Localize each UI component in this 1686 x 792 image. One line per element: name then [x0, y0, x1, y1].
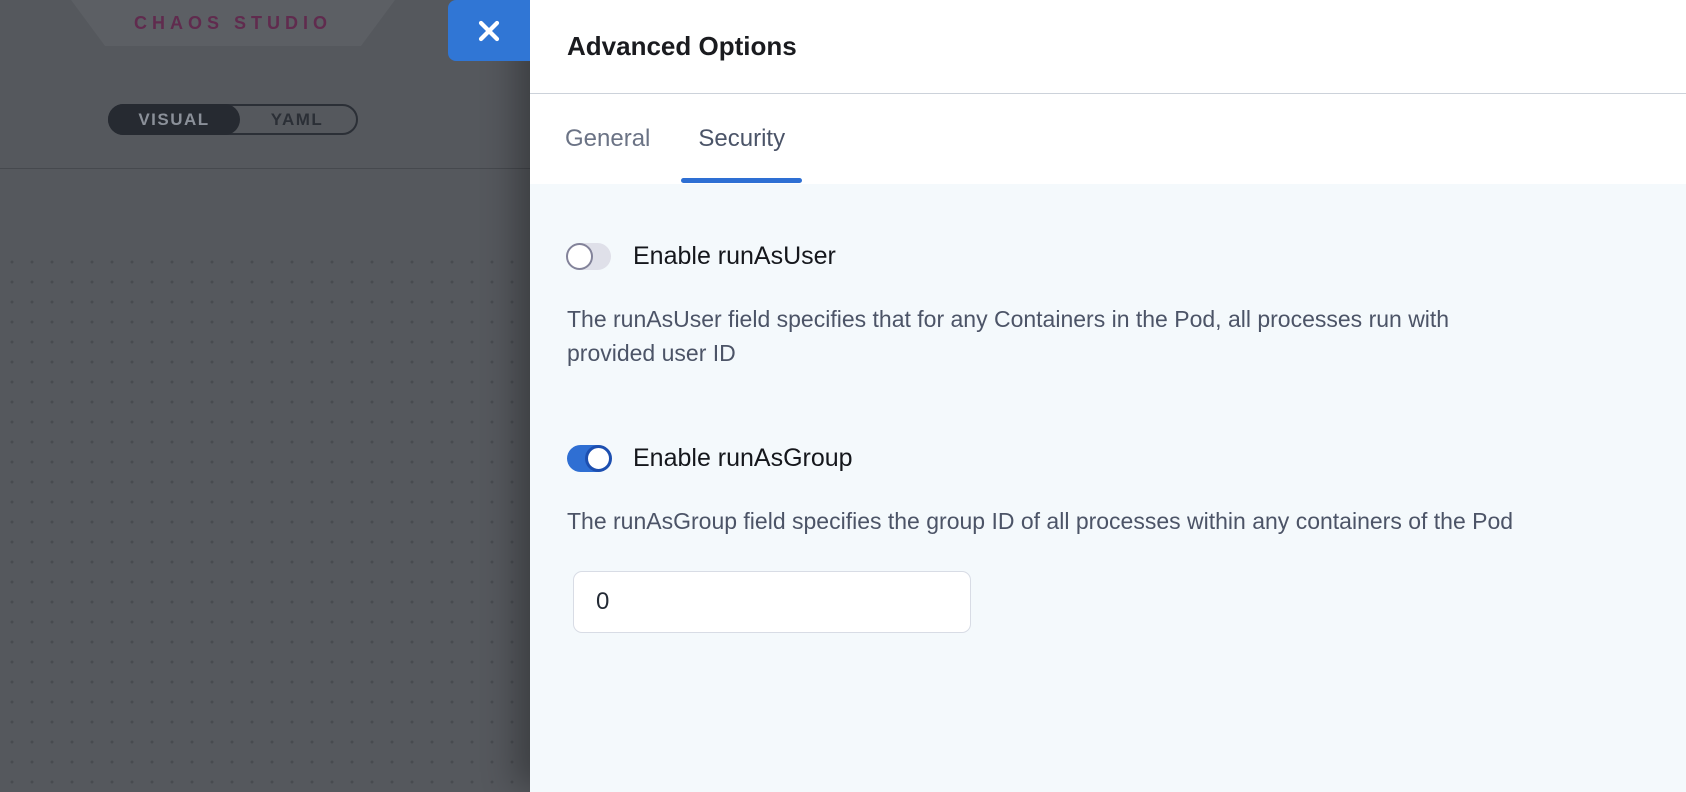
run-as-group-label: Enable runAsGroup — [633, 444, 853, 473]
run-as-user-toggle[interactable] — [567, 243, 611, 270]
tab-general[interactable]: General — [565, 94, 650, 183]
close-drawer-button[interactable] — [448, 0, 530, 61]
run-as-user-label: Enable runAsUser — [633, 242, 836, 271]
brand-title: CHAOS STUDIO — [134, 13, 332, 34]
canvas-divider — [0, 168, 530, 169]
visual-yaml-toggle[interactable]: VISUAL YAML — [108, 104, 358, 135]
run-as-user-description: The runAsUser field specifies that for a… — [567, 302, 1517, 370]
yaml-tab[interactable]: YAML — [238, 106, 356, 133]
tab-security[interactable]: Security — [698, 94, 785, 183]
run-as-group-toggle[interactable] — [567, 445, 611, 472]
chaos-studio-canvas: CHAOS STUDIO VISUAL YAML — [0, 0, 530, 792]
run-as-group-row: Enable runAsGroup — [567, 444, 1686, 473]
run-as-group-id-input[interactable] — [573, 571, 971, 633]
drawer-title: Advanced Options — [567, 31, 797, 62]
advanced-options-drawer: Advanced Options General Security Enable… — [530, 0, 1686, 792]
run-as-group-description: The runAsGroup field specifies the group… — [567, 504, 1517, 538]
brand-banner: CHAOS STUDIO — [71, 0, 395, 46]
drawer-header: Advanced Options — [530, 0, 1686, 94]
toggle-knob — [566, 243, 593, 270]
drawer-tabs: General Security — [530, 94, 1686, 183]
dotted-workflow-canvas — [0, 250, 530, 792]
run-as-user-row: Enable runAsUser — [567, 242, 1686, 271]
close-icon — [477, 19, 501, 43]
toggle-knob — [585, 445, 612, 472]
security-tab-panel: Enable runAsUser The runAsUser field spe… — [530, 184, 1686, 792]
visual-tab[interactable]: VISUAL — [108, 104, 240, 135]
